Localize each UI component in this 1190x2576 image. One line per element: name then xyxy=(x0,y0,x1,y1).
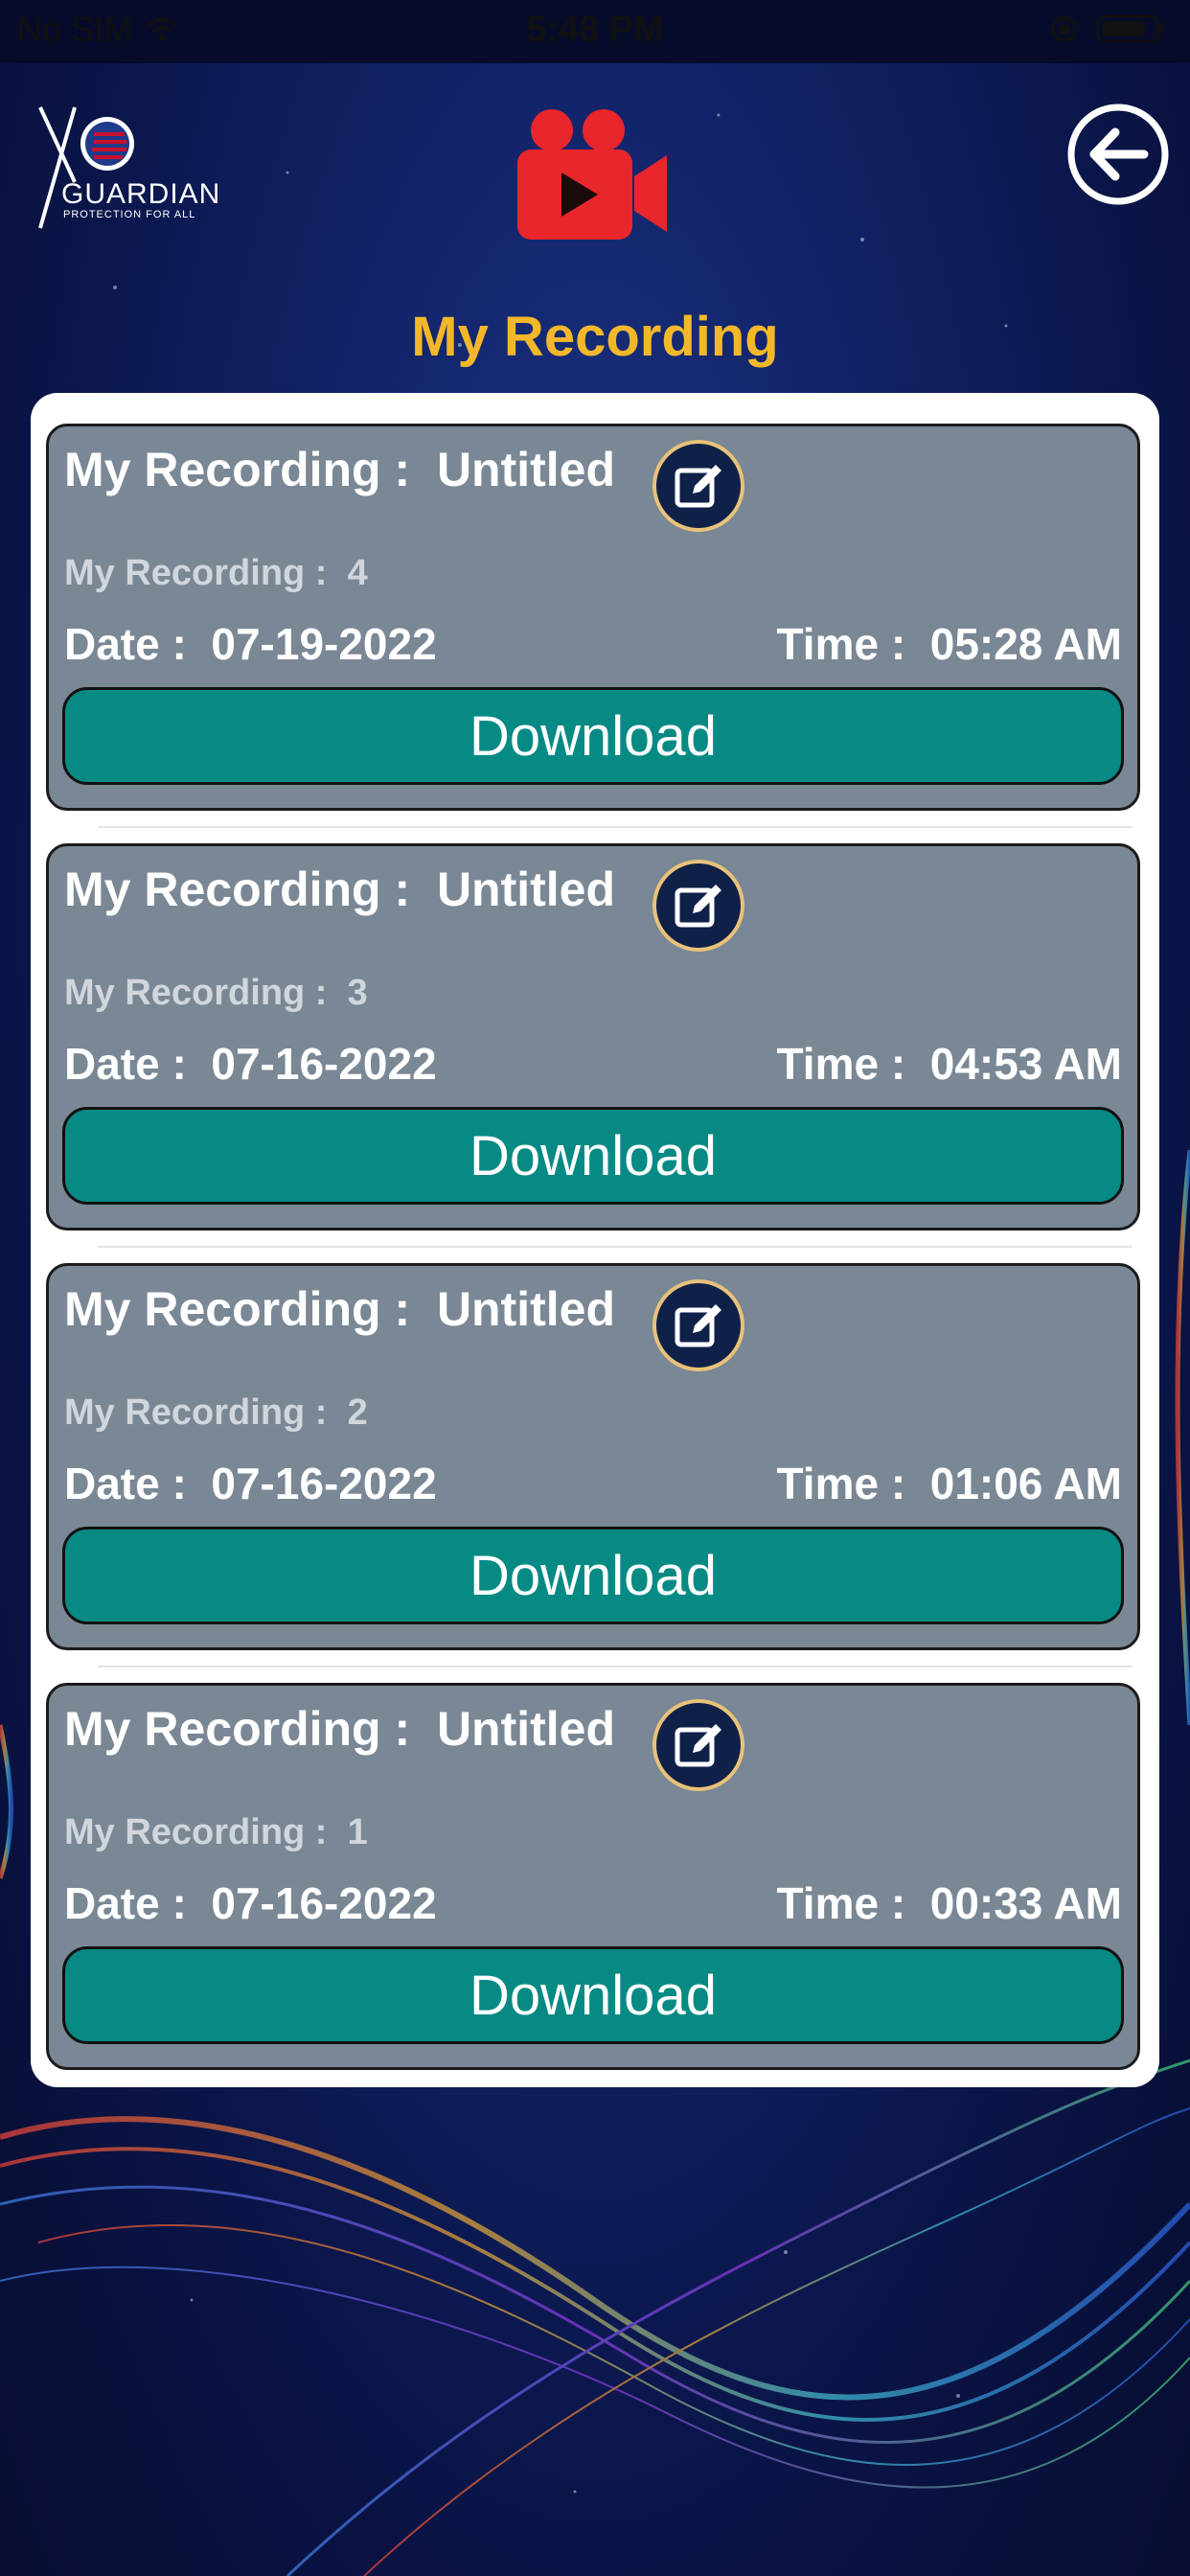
divider xyxy=(98,1666,1133,1668)
recording-time: Time : 01:06 AM xyxy=(777,1458,1122,1509)
recording-title: My Recording : Untitled xyxy=(64,1281,615,1337)
orientation-lock-icon xyxy=(1051,15,1078,42)
recording-number: My Recording : 3 xyxy=(64,973,368,1014)
time-value: 04:53 AM xyxy=(929,1039,1122,1089)
time-value: 01:06 AM xyxy=(929,1459,1122,1508)
edit-square-icon xyxy=(675,885,721,928)
recording-card: My Recording : Untitled My Recording : 3… xyxy=(46,843,1140,1230)
arrow-left-circle-icon xyxy=(1067,104,1169,205)
recording-time: Time : 04:53 AM xyxy=(777,1038,1122,1090)
recording-number-label: My Recording : xyxy=(64,553,328,593)
edit-title-button[interactable] xyxy=(652,1279,744,1371)
recording-title: My Recording : Untitled xyxy=(64,862,615,917)
recording-time: Time : 00:33 AM xyxy=(777,1877,1122,1929)
date-value: 07-16-2022 xyxy=(211,1039,437,1089)
recording-number-value: 2 xyxy=(347,1392,368,1433)
edit-title-button[interactable] xyxy=(652,1699,744,1791)
status-bar: No SIM 5:48 PM xyxy=(0,0,1190,63)
recording-time: Time : 05:28 AM xyxy=(777,618,1122,670)
download-button[interactable]: Download xyxy=(62,1107,1124,1205)
logo-tagline: PROTECTION FOR ALL xyxy=(63,209,196,220)
date-label: Date : xyxy=(64,1459,187,1508)
recording-number: My Recording : 4 xyxy=(64,553,368,594)
recording-title-value: Untitled xyxy=(436,1702,616,1756)
recording-number: My Recording : 2 xyxy=(64,1392,368,1434)
edit-square-icon xyxy=(675,1724,721,1767)
recording-card: My Recording : Untitled My Recording : 1… xyxy=(46,1683,1140,2070)
recording-title: My Recording : Untitled xyxy=(64,442,615,497)
recording-title: My Recording : Untitled xyxy=(64,1701,615,1757)
recording-number: My Recording : 1 xyxy=(64,1812,368,1853)
recording-title-label: My Recording : xyxy=(64,1702,411,1756)
edit-title-button[interactable] xyxy=(652,440,744,532)
recording-number-value: 3 xyxy=(347,973,368,1013)
recording-title-value: Untitled xyxy=(436,443,616,496)
recording-number-label: My Recording : xyxy=(64,1812,328,1852)
download-button[interactable]: Download xyxy=(62,1527,1124,1624)
battery-icon xyxy=(1096,14,1164,43)
date-label: Date : xyxy=(64,1039,187,1089)
recording-title-value: Untitled xyxy=(436,1282,616,1336)
back-button[interactable] xyxy=(1065,102,1171,207)
date-value: 07-19-2022 xyxy=(211,619,437,669)
guardian-logo: GUARDIAN PROTECTION FOR ALL xyxy=(36,105,228,230)
divider xyxy=(98,1246,1133,1248)
recording-date: Date : 07-16-2022 xyxy=(64,1458,437,1509)
video-camera-icon xyxy=(515,105,669,242)
recording-title-label: My Recording : xyxy=(64,1282,411,1336)
recording-date: Date : 07-16-2022 xyxy=(64,1038,437,1090)
time-label: Time : xyxy=(776,619,906,669)
date-label: Date : xyxy=(64,1878,187,1928)
recording-number-label: My Recording : xyxy=(64,1392,328,1433)
page-title: My Recording xyxy=(411,306,779,368)
recording-title-label: My Recording : xyxy=(64,443,411,496)
recording-card: My Recording : Untitled My Recording : 2… xyxy=(46,1263,1140,1650)
date-value: 07-16-2022 xyxy=(211,1459,437,1508)
time-label: Time : xyxy=(776,1039,906,1089)
time-value: 00:33 AM xyxy=(929,1878,1122,1928)
recording-title-value: Untitled xyxy=(436,862,616,916)
recording-date: Date : 07-19-2022 xyxy=(64,618,437,670)
divider xyxy=(98,826,1133,828)
edit-square-icon xyxy=(675,1304,721,1347)
recording-card: My Recording : Untitled My Recording : 4… xyxy=(46,424,1140,811)
edit-title-button[interactable] xyxy=(652,860,744,952)
recording-number-value: 1 xyxy=(347,1812,368,1852)
time-label: Time : xyxy=(776,1459,906,1508)
recording-number-value: 4 xyxy=(347,553,368,593)
recording-title-label: My Recording : xyxy=(64,862,411,916)
date-value: 07-16-2022 xyxy=(211,1878,437,1928)
recording-number-label: My Recording : xyxy=(64,973,328,1013)
recording-date: Date : 07-16-2022 xyxy=(64,1877,437,1929)
download-button[interactable]: Download xyxy=(62,1946,1124,2044)
recordings-list[interactable]: My Recording : Untitled My Recording : 4… xyxy=(31,393,1159,2087)
time-label: Time : xyxy=(776,1878,906,1928)
status-right-icons xyxy=(1050,13,1167,44)
edit-square-icon xyxy=(675,465,721,508)
status-time: 5:48 PM xyxy=(526,10,664,50)
date-label: Date : xyxy=(64,619,187,669)
time-value: 05:28 AM xyxy=(929,619,1122,669)
download-button[interactable]: Download xyxy=(62,687,1124,785)
logo-wordmark: GUARDIAN xyxy=(61,178,221,210)
